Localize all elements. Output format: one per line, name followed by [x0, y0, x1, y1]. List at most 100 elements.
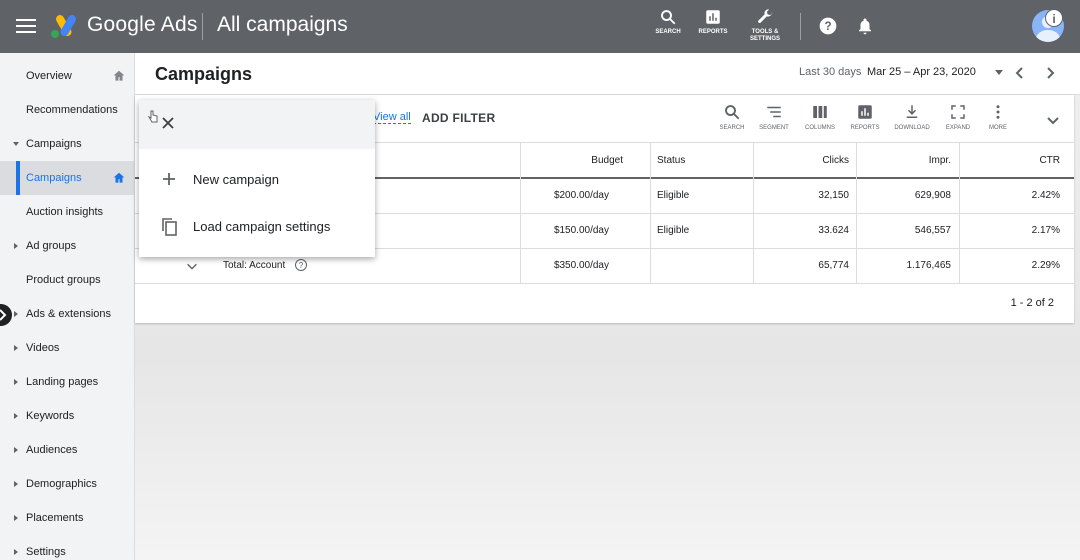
tool-search-button[interactable]: SEARCH	[712, 103, 752, 131]
wrench-icon	[758, 9, 773, 23]
close-icon[interactable]	[161, 116, 175, 130]
reports-icon	[858, 105, 872, 119]
top-tool-label: TOOLS & SETTINGS	[749, 29, 780, 42]
sidebar-item-ads-extensions[interactable]: Ads & extensions	[0, 297, 135, 331]
tool-label: EXPAND	[945, 125, 971, 131]
columns-icon	[813, 106, 827, 118]
expand-total-icon[interactable]	[185, 259, 199, 273]
home-icon[interactable]	[112, 171, 126, 185]
tool-expand-button[interactable]: EXPAND	[938, 103, 978, 131]
pagination-label: 1 - 2 of 2	[1010, 297, 1054, 309]
date-range-dropdown-icon[interactable]	[995, 70, 1003, 75]
sidebar-item-ad-groups[interactable]: Ad groups	[0, 229, 135, 263]
info-icon[interactable]: i	[1045, 9, 1063, 27]
menu-header	[139, 100, 375, 149]
cell-ctr: 2.42%	[959, 179, 1074, 213]
chevron-left-icon[interactable]	[1013, 66, 1027, 80]
download-icon	[906, 105, 918, 118]
hand-cursor-icon	[147, 110, 158, 123]
sidebar-item-keywords[interactable]: Keywords	[0, 399, 135, 433]
cell-budget: $200.00/day	[520, 179, 650, 213]
segment-icon	[767, 106, 781, 118]
reports-icon	[706, 10, 720, 24]
sidebar-item-videos[interactable]: Videos	[0, 331, 135, 365]
cell-clicks: 32,150	[753, 179, 856, 213]
add-filter-button[interactable]: ADD FILTER	[422, 111, 495, 125]
sidebar-item-label: Keywords	[26, 410, 75, 422]
notifications-bell-icon[interactable]	[856, 16, 874, 36]
tool-label: SEARCH	[719, 125, 745, 131]
sidebar-item-landing-pages[interactable]: Landing pages	[0, 365, 135, 399]
home-icon[interactable]	[112, 69, 126, 83]
menu-item-label: New campaign	[193, 172, 279, 187]
date-range-picker[interactable]: Mar 25 – Apr 23, 2020	[867, 66, 976, 78]
sidebar-item-settings[interactable]: Settings	[0, 535, 135, 560]
chevron-down-icon[interactable]	[1045, 112, 1061, 128]
tool-reports-button[interactable]: REPORTS	[845, 103, 885, 131]
tool-download-button[interactable]: DOWNLOAD	[892, 103, 932, 131]
load-campaign-settings-menu-item[interactable]: Load campaign settings	[139, 204, 375, 250]
cell-status: Eligible	[650, 179, 753, 213]
column-header-ctr[interactable]: CTR	[959, 143, 1074, 179]
top-tool-label: SEARCH	[655, 29, 681, 35]
chevron-right-icon[interactable]	[1043, 66, 1057, 80]
caret-right-icon	[14, 311, 18, 317]
page-title: All campaigns	[217, 13, 348, 36]
page-header: Campaigns Last 30 days Mar 25 – Apr 23, …	[135, 53, 1080, 95]
tool-label: COLUMNS	[804, 125, 835, 131]
sidebar-item-label: Demographics	[26, 478, 97, 490]
new-campaign-menu-item[interactable]: New campaign	[139, 157, 375, 203]
plus-icon	[163, 173, 175, 185]
cell-impr: 629,908	[856, 179, 959, 213]
column-header-clicks[interactable]: Clicks	[753, 143, 856, 179]
tool-label: REPORTS	[850, 125, 880, 131]
top-tools-settings-button[interactable]: TOOLS & SETTINGS	[740, 8, 790, 43]
help-tooltip-icon[interactable]: ?	[295, 259, 307, 271]
caret-down-icon	[13, 142, 19, 146]
sidebar-item-label: Campaigns	[26, 172, 82, 184]
sidebar-item-audiences[interactable]: Audiences	[0, 433, 135, 467]
tool-more-button[interactable]: MORE	[978, 103, 1018, 131]
sidebar-item-recommendations[interactable]: Recommendations	[0, 93, 135, 127]
caret-right-icon	[14, 549, 18, 555]
hamburger-menu-icon[interactable]	[16, 16, 36, 36]
sidebar-item-product-groups[interactable]: Product groups	[0, 263, 135, 297]
sidebar-item-label: Recommendations	[26, 104, 118, 116]
sidebar-group-campaigns[interactable]: Campaigns	[0, 127, 135, 161]
tool-label: DOWNLOAD	[894, 125, 930, 131]
column-header-impr[interactable]: Impr.	[856, 143, 959, 179]
view-all-link[interactable]: View all	[373, 111, 411, 124]
sidebar-item-label: Product groups	[26, 274, 101, 286]
sidebar-item-auction-insights[interactable]: Auction insights	[0, 195, 135, 229]
sidebar-item-label: Overview	[26, 70, 72, 82]
tool-segment-button[interactable]: SEGMENT	[754, 103, 794, 131]
create-campaign-menu: New campaign Load campaign settings	[139, 100, 375, 257]
sidebar-item-label: Ad groups	[26, 240, 77, 252]
sidebar-item-overview[interactable]: Overview	[0, 59, 135, 93]
cell-impr: 1.176,465	[856, 249, 959, 283]
chevron-right-icon	[0, 309, 7, 321]
menu-item-label: Load campaign settings	[193, 219, 331, 234]
cell-impr: 546,557	[856, 214, 959, 248]
sidebar-item-demographics[interactable]: Demographics	[0, 467, 135, 501]
more-vert-icon	[996, 105, 1000, 119]
column-header-budget[interactable]: Budget	[520, 143, 650, 179]
sidebar-item-campaigns[interactable]: Campaigns	[0, 161, 135, 195]
tool-label: SEGMENT	[759, 125, 789, 131]
sidebar-item-label: Auction insights	[26, 206, 104, 218]
help-icon[interactable]: ?	[818, 16, 838, 36]
sidebar-item-label: Ads & extensions	[26, 308, 111, 320]
sidebar-item-label: Placements	[26, 512, 84, 524]
tool-label: MORE	[989, 125, 1007, 131]
collapse-sidebar-button[interactable]	[0, 304, 12, 326]
top-app-bar: Google Ads All campaigns SEARCH REPORTS …	[0, 0, 1080, 53]
google-ads-logo-icon	[51, 15, 76, 38]
top-reports-button[interactable]: REPORTS	[688, 8, 738, 36]
top-search-button[interactable]: SEARCH	[643, 8, 693, 36]
tool-columns-button[interactable]: COLUMNS	[800, 103, 840, 131]
fullscreen-icon	[951, 105, 965, 119]
divider	[800, 13, 801, 40]
sidebar-item-placements[interactable]: Placements	[0, 501, 135, 535]
cell-ctr: 2.17%	[959, 214, 1074, 248]
column-header-status[interactable]: Status	[650, 143, 753, 179]
